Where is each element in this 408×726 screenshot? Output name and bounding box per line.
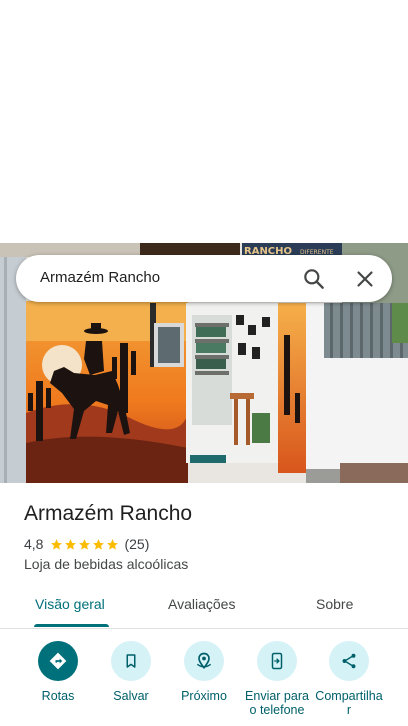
rating-stars: [50, 538, 119, 551]
nearby-button[interactable]: Próximo: [169, 641, 239, 703]
star-icon: [79, 538, 91, 550]
directions-icon[interactable]: [38, 641, 78, 681]
search-bar[interactable]: Armazém Rancho: [16, 255, 392, 302]
search-icon[interactable]: [301, 266, 327, 292]
search-query[interactable]: Armazém Rancho: [40, 269, 160, 286]
star-icon: [107, 538, 119, 550]
tab-avaliacoes[interactable]: Avaliações: [168, 596, 235, 612]
star-icon: [93, 538, 105, 550]
tab-sobre[interactable]: Sobre: [316, 596, 353, 612]
place-category: Loja de bebidas alcoólicas: [24, 556, 189, 572]
tab-bar: Visão geral Avaliações Sobre: [0, 584, 408, 629]
rating-row[interactable]: 4,8 (25): [24, 536, 149, 552]
close-icon[interactable]: [352, 266, 378, 292]
send-to-phone-label: Enviar para o telefone: [245, 689, 309, 717]
directions-label: Rotas: [41, 689, 75, 703]
save-label: Salvar: [113, 689, 149, 703]
nearby-icon[interactable]: [184, 641, 224, 681]
map-blank-area: [0, 0, 408, 243]
rating-value: 4,8: [24, 536, 44, 552]
share-label: Compartilhar: [315, 689, 383, 717]
nearby-label: Próximo: [181, 689, 227, 703]
directions-button[interactable]: Rotas: [23, 641, 93, 703]
send-to-phone-button[interactable]: Enviar para o telefone: [242, 641, 312, 717]
send-to-phone-icon[interactable]: [257, 641, 297, 681]
active-tab-indicator: [34, 624, 109, 627]
place-title: Armazém Rancho: [24, 502, 193, 525]
bookmark-icon[interactable]: [111, 641, 151, 681]
review-count: (25): [124, 536, 150, 552]
star-icon: [51, 538, 63, 550]
share-button[interactable]: Compartilhar: [314, 641, 384, 717]
share-icon[interactable]: [329, 641, 369, 681]
save-button[interactable]: Salvar: [96, 641, 166, 703]
star-icon: [65, 538, 77, 550]
tab-visao-geral[interactable]: Visão geral: [35, 596, 105, 612]
